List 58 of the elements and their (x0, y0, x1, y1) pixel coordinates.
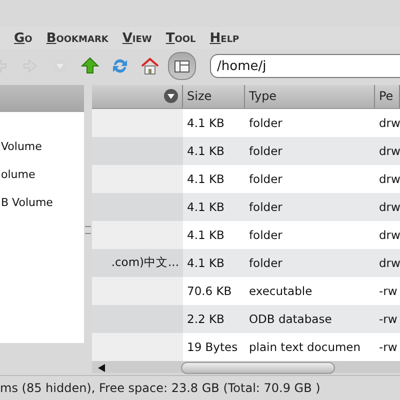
menu-item[interactable]: View (122, 30, 152, 46)
table-cell: drw (379, 228, 400, 242)
table-cell: 4.1 KB (187, 116, 224, 130)
name-cell[interactable] (92, 276, 183, 305)
status-text: ms (85 hidden), Free space: 23.8 GB (Total: 70.9 GB ) (0, 381, 320, 395)
table-cell: 19 Bytes (187, 340, 238, 354)
table-cell: executable (249, 284, 312, 298)
sidebar-item[interactable]: B Volume (0, 196, 84, 224)
table-cell: folder (249, 228, 282, 242)
column-header[interactable]: Pe (375, 85, 400, 108)
menu-item[interactable]: Bookmark (46, 30, 108, 46)
table-cell: 4.1 KB (187, 256, 224, 270)
column-header[interactable]: Size (183, 85, 245, 108)
table-cell: -rw (379, 340, 398, 354)
menu-item[interactable]: Go (14, 30, 32, 46)
table-cell: 70.6 KB (187, 284, 232, 298)
table-cell: drw (379, 200, 400, 214)
table-cell: -rw (379, 284, 398, 298)
table-cell: folder (249, 172, 282, 186)
name-cell[interactable] (92, 108, 183, 137)
name-cell[interactable] (92, 192, 183, 221)
table-cell: 2.2 KB (187, 312, 224, 326)
sort-down-icon (164, 89, 178, 104)
name-cell[interactable] (92, 332, 183, 361)
table-cell: drw (379, 256, 400, 270)
menu-item[interactable]: Help (210, 30, 240, 46)
refresh-icon (111, 57, 129, 75)
table-cell: -rw (379, 312, 398, 326)
location-field[interactable]: /home/j (210, 54, 400, 78)
table-cell: folder (249, 116, 282, 130)
name-cell[interactable] (92, 220, 183, 249)
table-cell: 4.1 KB (187, 144, 224, 158)
name-cell[interactable]: .com)中文... (92, 248, 183, 277)
toolbar-pane-button[interactable] (168, 52, 196, 80)
menu-item[interactable]: Tool (166, 30, 196, 46)
table-cell: 4.1 KB (187, 172, 224, 186)
horizontal-scrollbar[interactable] (92, 360, 400, 373)
name-cell[interactable] (92, 136, 183, 165)
table-cell: ODB database (249, 312, 332, 326)
column-header[interactable]: Type (245, 85, 375, 108)
table-cell: folder (249, 200, 282, 214)
table-cell: plain text documen (249, 340, 361, 354)
table-cell: drw (379, 172, 400, 186)
scroll-left-icon[interactable] (98, 364, 106, 372)
table-cell: folder (249, 256, 282, 270)
table-cell: drw (379, 144, 400, 158)
sidebar-item[interactable]: olume (0, 168, 84, 196)
table-cell: 4.1 KB (187, 200, 224, 214)
sidebar-item[interactable]: Volume (0, 140, 84, 168)
panel-layout-icon (174, 58, 190, 74)
table-cell: folder (249, 144, 282, 158)
table-cell: 4.1 KB (187, 228, 224, 242)
up-arrow-icon (81, 57, 99, 75)
scroll-thumb[interactable] (181, 362, 335, 374)
name-cell[interactable] (92, 164, 183, 193)
home-icon (141, 57, 159, 75)
table-cell: drw (379, 116, 400, 130)
name-cell[interactable] (92, 304, 183, 333)
